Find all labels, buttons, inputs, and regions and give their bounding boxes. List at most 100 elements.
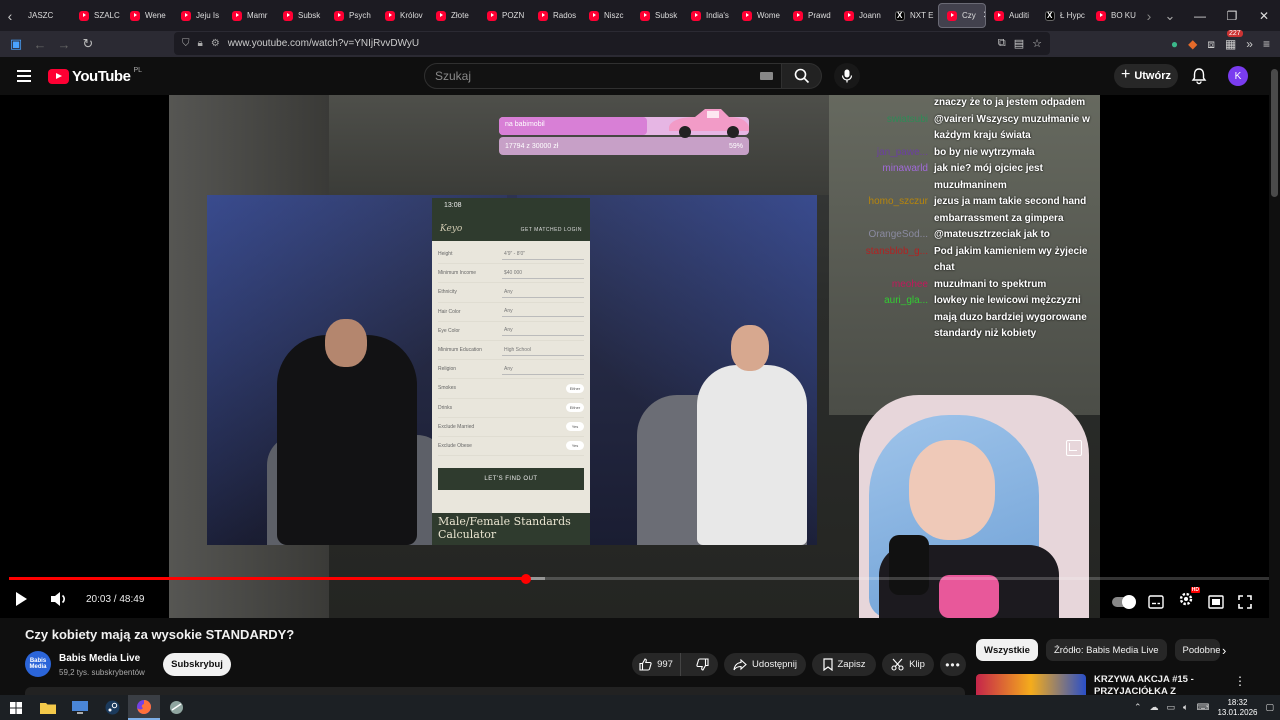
tab-list-dropdown-icon[interactable]: ⌄: [1159, 0, 1181, 31]
browser-tab[interactable]: SZALC: [71, 0, 122, 31]
shield-icon[interactable]: ⛉: [182, 38, 190, 49]
sidebar-toggle-icon[interactable]: ▣: [4, 32, 28, 56]
language-icon[interactable]: ⌨: [1196, 702, 1209, 713]
browser-tab[interactable]: Rados: [530, 0, 581, 31]
overflow-menu-icon[interactable]: »: [1246, 37, 1253, 51]
close-window-icon[interactable]: ✕: [1248, 0, 1280, 31]
reload-icon[interactable]: ↻: [76, 32, 100, 56]
browser-tab[interactable]: Wome: [734, 0, 785, 31]
network-icon[interactable]: ▭: [1167, 702, 1176, 713]
fullscreen-icon[interactable]: [1238, 594, 1252, 609]
browser-tab[interactable]: India's: [683, 0, 734, 31]
browser-tab[interactable]: Prawd: [785, 0, 836, 31]
save-button[interactable]: Zapisz: [812, 653, 876, 676]
play-icon[interactable]: [14, 591, 28, 607]
tab-scroll-right-icon[interactable]: ›: [1139, 0, 1159, 31]
minimize-icon[interactable]: —: [1184, 0, 1216, 31]
more-actions-button[interactable]: •••: [940, 653, 966, 676]
app-menu-icon[interactable]: ≡: [1263, 37, 1270, 51]
tab-scroll-left-icon[interactable]: ‹: [0, 0, 20, 31]
tab-title: Prawd: [808, 11, 831, 20]
computer-icon[interactable]: [64, 695, 96, 720]
filter-chip[interactable]: Podobne: [1174, 639, 1220, 661]
permissions-icon[interactable]: ⚙︎: [211, 38, 220, 49]
notifications-icon[interactable]: ▢: [1265, 702, 1274, 713]
volume-tray-icon[interactable]: 🔈︎: [1183, 702, 1188, 713]
forward-icon[interactable]: →: [52, 32, 76, 56]
scrollbar-thumb[interactable]: [1271, 69, 1278, 197]
browser-tab[interactable]: Auditi: [986, 0, 1037, 31]
adblock-extension-icon[interactable]: ▦ 227: [1225, 30, 1243, 51]
clip-button[interactable]: Klip: [882, 653, 934, 676]
subtitles-icon[interactable]: [1148, 594, 1164, 609]
progress-bar[interactable]: [9, 573, 1271, 584]
browser-tab[interactable]: Jeju Is: [173, 0, 224, 31]
browser-tab[interactable]: Ł Hypc: [1037, 0, 1088, 31]
search-input[interactable]: Szukaj: [424, 63, 782, 89]
dislike-button[interactable]: [686, 653, 718, 676]
browser-tab[interactable]: POZN: [479, 0, 530, 31]
browser-tab[interactable]: NXT E: [887, 0, 938, 31]
create-button[interactable]: + Utwórz: [1114, 64, 1178, 88]
filter-chip[interactable]: Źródło: Babis Media Live: [1045, 639, 1167, 661]
video-player[interactable]: na babimobil 17794 z 30000 zł 59% 13:08 …: [0, 95, 1280, 618]
search-button[interactable]: [782, 63, 822, 89]
chat-username: stansblob_g...: [865, 245, 928, 257]
lock-icon[interactable]: 🔒︎: [198, 38, 203, 49]
progress-scrubber-handle[interactable]: [521, 573, 532, 584]
like-button[interactable]: 997: [632, 653, 681, 676]
related-video-item[interactable]: KRZYWA AKCJA #15 - PRZYJACIÓŁKA Z ⋮: [976, 672, 1266, 697]
back-icon[interactable]: ←: [28, 32, 52, 56]
firefox-icon[interactable]: [128, 695, 160, 720]
browser-tab[interactable]: Wene: [122, 0, 173, 31]
subscribe-button[interactable]: Subskrybuj: [163, 653, 231, 676]
browser-tab[interactable]: Subsk: [275, 0, 326, 31]
share-button[interactable]: Udostępnij: [724, 653, 806, 676]
page-scrollbar[interactable]: [1269, 57, 1280, 695]
browser-tab[interactable]: Joann: [836, 0, 887, 31]
onedrive-icon[interactable]: ☁: [1150, 702, 1159, 713]
fox-extension-icon[interactable]: ◆: [1188, 37, 1197, 51]
notifications-bell-icon[interactable]: [1190, 67, 1208, 85]
windows-start-icon[interactable]: [0, 695, 32, 720]
extensions-puzzle-icon[interactable]: ⧈: [1207, 37, 1215, 52]
volume-icon[interactable]: [50, 591, 68, 607]
browser-tab[interactable]: BO KU: [1088, 0, 1139, 31]
browser-tab[interactable]: Królov: [377, 0, 428, 31]
expand-overlay-icon[interactable]: [1066, 440, 1082, 456]
browser-tab[interactable]: Złote: [428, 0, 479, 31]
filter-chip[interactable]: Wszystkie: [976, 639, 1038, 661]
browser-tab[interactable]: JASZC: [20, 0, 71, 31]
browser-tab[interactable]: Niszc: [581, 0, 632, 31]
file-explorer-icon[interactable]: [32, 695, 64, 720]
channel-name[interactable]: Babis Media Live: [59, 653, 140, 664]
voice-search-button[interactable]: [834, 63, 860, 89]
bookmark-star-icon[interactable]: ☆: [1032, 37, 1042, 50]
youtube-logo[interactable]: YouTube PL: [48, 67, 142, 85]
settings-button[interactable]: HD: [1178, 587, 1200, 612]
account-avatar[interactable]: K: [1228, 66, 1248, 86]
reader-icon[interactable]: ▤: [1014, 37, 1024, 50]
tray-overflow-icon[interactable]: ⌃: [1134, 702, 1142, 713]
steam-icon[interactable]: [96, 695, 128, 720]
pip-icon[interactable]: ⧉: [998, 37, 1006, 50]
restore-icon[interactable]: ❐: [1216, 0, 1248, 31]
browser-tab[interactable]: Czy✕: [938, 3, 986, 28]
description-box-top[interactable]: [25, 687, 965, 695]
vpn-extension-icon[interactable]: ●: [1171, 37, 1178, 51]
url-text[interactable]: www.youtube.com/watch?v=YNIjRvvDWyU: [228, 38, 419, 49]
chips-next-arrow-icon[interactable]: ›: [1222, 643, 1226, 658]
autoplay-toggle[interactable]: [1112, 594, 1136, 609]
channel-avatar[interactable]: Babis Media: [25, 651, 51, 677]
related-video-thumbnail[interactable]: [976, 674, 1086, 695]
hamburger-menu-icon[interactable]: [17, 70, 31, 82]
miniplayer-icon[interactable]: [1208, 594, 1224, 609]
related-video-menu-icon[interactable]: ⋮: [1234, 674, 1246, 688]
clock[interactable]: 18:32 13.01.2026: [1217, 698, 1257, 718]
app-icon[interactable]: [160, 695, 192, 720]
browser-tab[interactable]: Subsk: [632, 0, 683, 31]
keyboard-icon[interactable]: [760, 72, 773, 80]
url-bar[interactable]: ⛉ 🔒︎ ⚙︎ www.youtube.com/watch?v=YNIjRvvD…: [174, 32, 1050, 55]
browser-tab[interactable]: Psych: [326, 0, 377, 31]
browser-tab[interactable]: Mamr: [224, 0, 275, 31]
